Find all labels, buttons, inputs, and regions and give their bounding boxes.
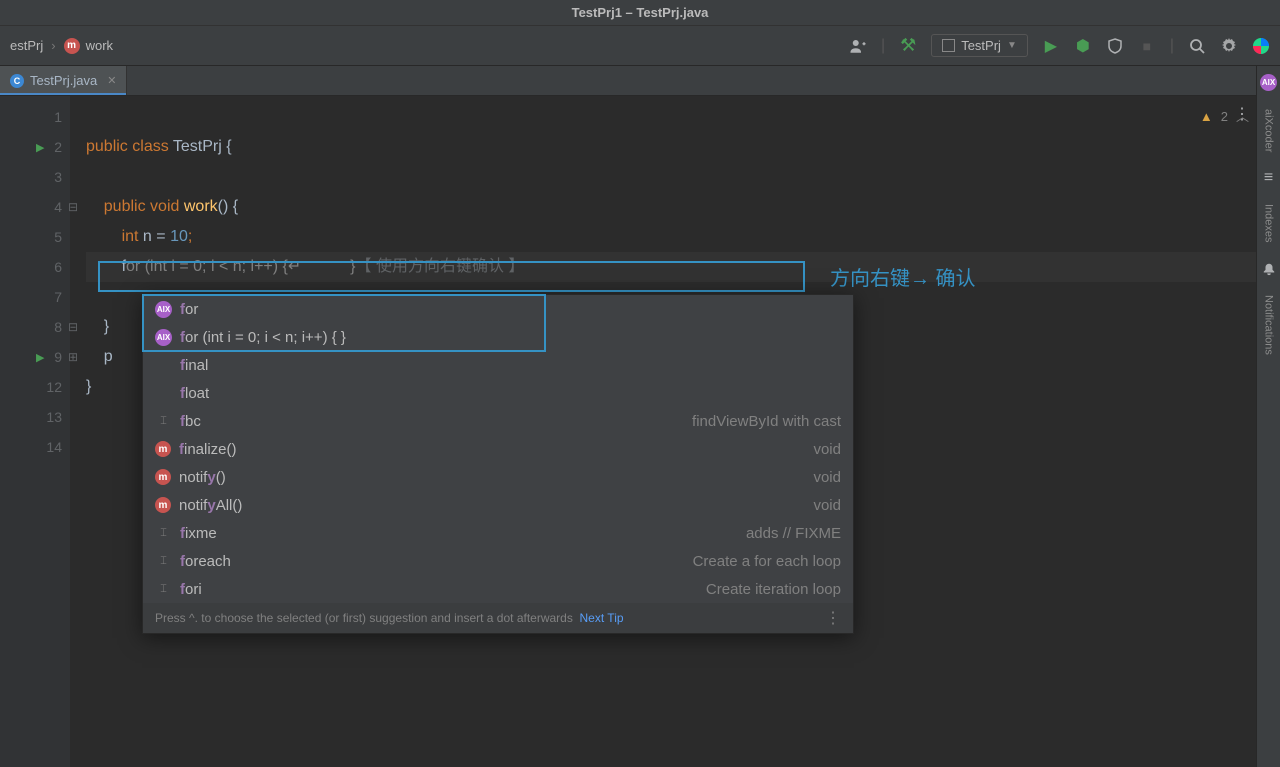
template-icon: ⌶ — [155, 525, 172, 542]
line-number[interactable]: 5 — [0, 222, 70, 252]
breadcrumb-item[interactable]: estPrj — [10, 38, 43, 53]
completion-text: for — [180, 301, 198, 318]
run-gutter-icon[interactable]: ▶ — [36, 141, 44, 154]
tool-notifications[interactable]: Notifications — [1263, 295, 1275, 355]
template-icon: ⌶ — [155, 581, 172, 598]
template-icon: ⌶ — [155, 413, 172, 430]
chevron-up-icon[interactable]: ︿ — [1236, 102, 1249, 132]
debug-icon[interactable]: ⬢ — [1074, 37, 1092, 55]
completion-item[interactable]: ⌶ fixme adds // FIXME — [143, 519, 853, 547]
aixcoder-icon[interactable]: AIX — [1260, 74, 1277, 91]
method-icon: m — [64, 38, 80, 54]
method-icon: m — [155, 497, 171, 513]
autocomplete-popup[interactable]: AIX for AIX for (int i = 0; i < n; i++) { }… — [142, 294, 854, 634]
line-number[interactable]: 14 — [0, 432, 70, 462]
completion-text: final — [180, 357, 208, 374]
completion-item[interactable]: ⌶ fori Create iteration loop — [143, 575, 853, 603]
completion-text: fori — [180, 581, 202, 598]
coverage-icon[interactable] — [1106, 37, 1124, 55]
list-icon[interactable]: ≡ — [1261, 170, 1277, 186]
close-icon[interactable]: ✕ — [107, 74, 116, 87]
line-number[interactable]: 4⊟ — [0, 192, 70, 222]
completion-tail: Create a for each loop — [693, 553, 841, 570]
completion-item[interactable]: ⌶ foreach Create a for each loop — [143, 547, 853, 575]
completion-text: finalize() — [179, 441, 237, 458]
editor-tabs: C TestPrj.java ✕ — [0, 66, 1280, 96]
tab-file[interactable]: C TestPrj.java ✕ — [0, 66, 127, 95]
completion-tail: void — [813, 497, 841, 514]
completion-text: notifyAll() — [179, 497, 242, 514]
completion-item[interactable]: final — [143, 351, 853, 379]
warning-icon: ▲ — [1200, 102, 1213, 132]
popup-footer: Press ^. to choose the selected (or firs… — [143, 603, 853, 633]
completion-text: foreach — [180, 553, 231, 570]
hammer-icon[interactable]: ⚒ — [899, 37, 917, 55]
completion-text: float — [180, 385, 209, 402]
warning-count: 2 — [1221, 102, 1228, 132]
completion-item[interactable]: float — [143, 379, 853, 407]
window-title: TestPrj1 – TestPrj.java — [0, 0, 1280, 26]
add-user-icon[interactable] — [849, 37, 867, 55]
template-icon: ⌶ — [155, 553, 172, 570]
line-number[interactable]: ▶2 — [0, 132, 70, 162]
completion-text: for (int i = 0; i < n; i++) { } — [180, 329, 346, 346]
brand-icon[interactable] — [1252, 37, 1270, 55]
right-tool-strip: AIX aiXcoder ≡ Indexes Notifications — [1256, 66, 1280, 767]
completion-tail: Create iteration loop — [706, 581, 841, 598]
run-gutter-icon[interactable]: ▶ — [36, 351, 44, 364]
completion-item[interactable]: AIX for (int i = 0; i < n; i++) { } — [143, 323, 853, 351]
method-icon: m — [155, 441, 171, 457]
line-number[interactable]: 6 — [0, 252, 70, 282]
line-number[interactable]: 8⊟ — [0, 312, 70, 342]
chevron-right-icon: › — [51, 38, 55, 53]
tab-label: TestPrj.java — [30, 73, 97, 88]
java-class-icon: C — [10, 74, 24, 88]
breadcrumb[interactable]: estPrj › m work — [10, 38, 113, 54]
completion-text: fbc — [180, 413, 201, 430]
completion-item[interactable]: m notify() void — [143, 463, 853, 491]
line-number[interactable]: 3 — [0, 162, 70, 192]
run-config-selector[interactable]: TestPrj ▼ — [931, 34, 1028, 57]
completion-item[interactable]: m finalize() void — [143, 435, 853, 463]
completion-tail: void — [813, 469, 841, 486]
run-icon[interactable]: ▶ — [1042, 37, 1060, 55]
tool-aixcoder[interactable]: aiXcoder — [1263, 109, 1275, 152]
next-tip-link[interactable]: Next Tip — [580, 611, 624, 625]
line-number[interactable]: 7 — [0, 282, 70, 312]
line-number[interactable]: ▶9⊞ — [0, 342, 70, 372]
popup-menu-icon[interactable]: ⋮ — [825, 608, 841, 628]
search-icon[interactable] — [1188, 37, 1206, 55]
tool-indexes[interactable]: Indexes — [1263, 204, 1275, 243]
completion-item[interactable]: m notifyAll() void — [143, 491, 853, 519]
line-number[interactable]: 1 — [0, 102, 70, 132]
gutter: 1 ▶2 3 4⊟ 5 6 7 8⊟ ▶9⊞ 12 13 14 — [0, 96, 70, 767]
completion-item[interactable]: AIX for — [143, 295, 853, 323]
completion-tail: findViewById with cast — [692, 413, 841, 430]
completion-text: fixme — [180, 525, 217, 542]
gear-icon[interactable] — [1220, 37, 1238, 55]
aix-badge-icon: AIX — [155, 329, 172, 346]
main-toolbar: estPrj › m work | ⚒ TestPrj ▼ ▶ ⬢ ■ | — [0, 26, 1280, 66]
annotation-right-arrow: 方向右键→ 确认 — [830, 262, 976, 291]
bell-icon[interactable] — [1261, 261, 1277, 277]
line-number[interactable]: 12 — [0, 372, 70, 402]
line-number[interactable]: 13 — [0, 402, 70, 432]
method-icon: m — [155, 469, 171, 485]
aix-badge-icon: AIX — [155, 301, 172, 318]
completion-tail: void — [813, 441, 841, 458]
completion-item[interactable]: ⌶ fbc findViewById with cast — [143, 407, 853, 435]
stop-icon[interactable]: ■ — [1138, 37, 1156, 55]
completion-text: notify() — [179, 469, 226, 486]
completion-tail: adds // FIXME — [746, 525, 841, 542]
breadcrumb-item[interactable]: work — [86, 38, 113, 53]
